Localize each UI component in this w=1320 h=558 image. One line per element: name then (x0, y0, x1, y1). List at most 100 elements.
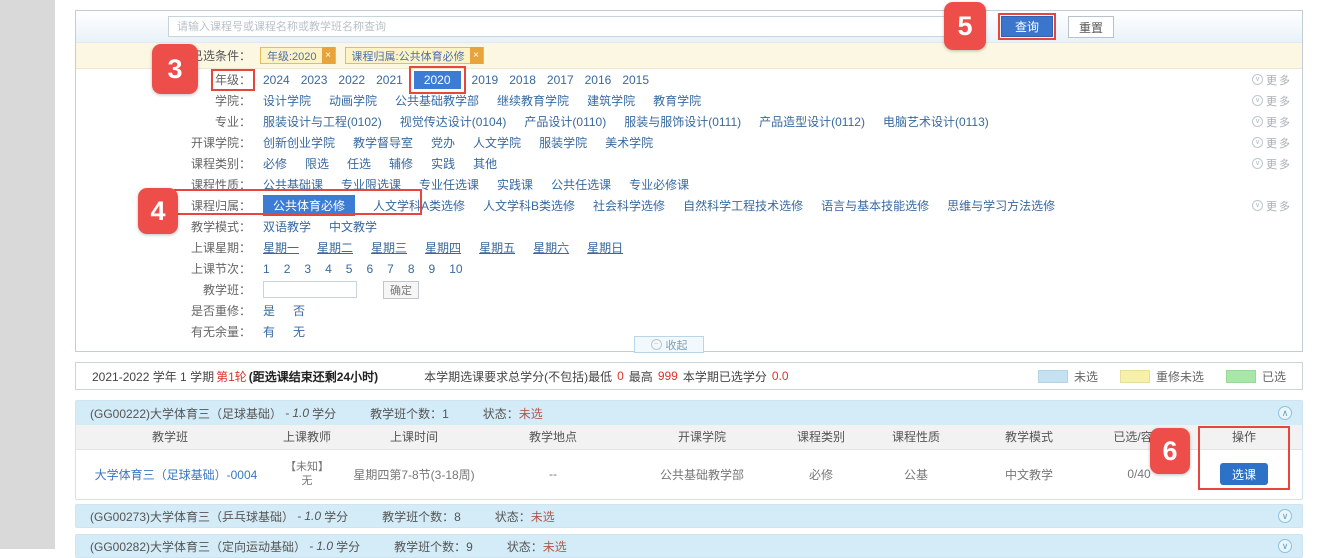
status-label: 状态： (483, 407, 519, 421)
filter-option[interactable]: 中文教学 (329, 218, 377, 235)
credit-unit: 学分 (312, 405, 336, 422)
filter-option[interactable]: 自然科学工程技术选修 (683, 197, 803, 214)
search-input[interactable] (168, 16, 980, 37)
filter-option[interactable]: 产品造型设计(0112) (759, 113, 865, 130)
filter-option[interactable]: 公共任选课 (551, 176, 611, 193)
semester-round-info: 2021-2022 学年 1 学期 第1轮 (距选课结束还剩24小时) (92, 368, 378, 385)
filter-option[interactable]: 语言与基本技能选修 (821, 197, 929, 214)
filter-option[interactable]: 2016 (585, 73, 612, 87)
filter-option[interactable]: 党办 (431, 134, 455, 151)
filter-option[interactable]: 2017 (547, 73, 574, 87)
filter-option[interactable]: 否 (293, 302, 305, 319)
remove-tag-icon[interactable]: × (470, 47, 483, 64)
more-link[interactable]: ∨更多 (1252, 93, 1292, 109)
section-header[interactable]: (GG00273)大学体育三（乒乓球基础） - 1.0 学分 教学班个数：8 状… (76, 505, 1302, 527)
filter-option[interactable]: 星期四 (425, 239, 461, 256)
chevron-up-icon[interactable]: ∧ (1278, 406, 1292, 420)
filter-option[interactable]: 星期五 (479, 239, 515, 256)
remove-tag-icon[interactable]: × (322, 47, 335, 64)
condition-tag-grade[interactable]: 年级:2020 × (260, 47, 336, 64)
filter-label-text: 上课星期： (191, 241, 251, 255)
filter-option[interactable]: 服装与服饰设计(0111) (624, 113, 741, 130)
filter-option[interactable]: 人文学科B类选修 (483, 197, 575, 214)
more-link[interactable]: ∨更多 (1252, 156, 1292, 172)
filter-option[interactable]: 1 (263, 262, 270, 276)
filter-option[interactable]: 公共基础课 (263, 176, 323, 193)
filter-option[interactable]: 5 (346, 262, 353, 276)
filter-option[interactable]: 专业任选课 (419, 176, 479, 193)
filter-option[interactable]: 2020 (414, 71, 461, 89)
filter-option[interactable]: 教育学院 (653, 92, 701, 109)
filter-option[interactable]: 电脑艺术设计(0113) (883, 113, 989, 130)
course-section-pingpong: (GG00273)大学体育三（乒乓球基础） - 1.0 学分 教学班个数：8 状… (75, 504, 1303, 528)
filter-option[interactable]: 服装设计与工程(0102) (263, 113, 382, 130)
section-header[interactable]: (GG00222)大学体育三（足球基础） - 1.0 学分 教学班个数：1 状态… (76, 401, 1302, 425)
filter-option[interactable]: 教学督导室 (353, 134, 413, 151)
query-button[interactable]: 查询 (1001, 16, 1053, 37)
filter-option[interactable]: 2024 (263, 73, 290, 87)
filter-option[interactable]: 星期日 (587, 239, 623, 256)
chevron-down-icon[interactable]: ∨ (1278, 509, 1292, 523)
filter-option[interactable]: 星期一 (263, 239, 299, 256)
confirm-button[interactable]: 确定 (383, 281, 419, 299)
section-header[interactable]: (GG00282)大学体育三（定向运动基础） - 1.0 学分 教学班个数：9 … (76, 535, 1302, 557)
reset-button[interactable]: 重置 (1068, 16, 1114, 38)
filter-option[interactable]: 继续教育学院 (497, 92, 569, 109)
filter-option[interactable]: 实践课 (497, 176, 533, 193)
filter-option[interactable]: 8 (408, 262, 415, 276)
filter-option[interactable]: 3 (304, 262, 311, 276)
filter-option[interactable]: 辅修 (389, 155, 413, 172)
mode-cell: 中文教学 (966, 449, 1092, 499)
filter-option[interactable]: 2 (284, 262, 291, 276)
more-link[interactable]: ∨更多 (1252, 198, 1292, 214)
more-link[interactable]: ∨更多 (1252, 135, 1292, 151)
more-link[interactable]: ∨更多 (1252, 72, 1292, 88)
filter-option[interactable]: 公共体育必修 (263, 195, 355, 216)
filter-option[interactable]: 实践 (431, 155, 455, 172)
filter-option[interactable]: 10 (449, 262, 462, 276)
filter-option[interactable]: 无 (293, 323, 305, 340)
filter-option[interactable]: 9 (429, 262, 436, 276)
filter-option[interactable]: 美术学院 (605, 134, 653, 151)
filter-option[interactable]: 设计学院 (263, 92, 311, 109)
filter-option[interactable]: 有 (263, 323, 275, 340)
filter-option[interactable]: 2019 (472, 73, 499, 87)
filter-option[interactable]: 思维与学习方法选修 (947, 197, 1055, 214)
filter-option[interactable]: 产品设计(0110) (524, 113, 606, 130)
filter-option[interactable]: 4 (325, 262, 332, 276)
filter-option[interactable]: 限选 (305, 155, 329, 172)
class-name-link[interactable]: 大学体育三（足球基础）-0004 (95, 468, 258, 482)
filter-option[interactable]: 星期三 (371, 239, 407, 256)
filter-option[interactable]: 7 (387, 262, 394, 276)
filter-option[interactable]: 2015 (622, 73, 649, 87)
filter-option[interactable]: 2023 (301, 73, 328, 87)
condition-tag-belong[interactable]: 课程归属:公共体育必修 × (345, 47, 484, 64)
filter-option[interactable]: 服装学院 (539, 134, 587, 151)
filter-option[interactable]: 建筑学院 (587, 92, 635, 109)
filter-option[interactable]: 专业限选课 (341, 176, 401, 193)
filter-option[interactable]: 专业必修课 (629, 176, 689, 193)
filter-option[interactable]: 2018 (509, 73, 536, 87)
filter-option[interactable]: 创新创业学院 (263, 134, 335, 151)
filter-option[interactable]: 星期六 (533, 239, 569, 256)
select-course-button[interactable]: 选课 (1220, 463, 1268, 485)
filter-option[interactable]: 公共基础教学部 (395, 92, 479, 109)
filter-option[interactable]: 社会科学选修 (593, 197, 665, 214)
filter-option[interactable]: 2022 (338, 73, 365, 87)
chevron-down-icon[interactable]: ∨ (1278, 539, 1292, 553)
filter-option[interactable]: 6 (366, 262, 373, 276)
filter-option[interactable]: 双语教学 (263, 218, 311, 235)
filter-option[interactable]: 必修 (263, 155, 287, 172)
filter-option[interactable]: 视觉传达设计(0104) (400, 113, 507, 130)
filter-option[interactable]: 任选 (347, 155, 371, 172)
filter-option[interactable]: 人文学科A类选修 (373, 197, 465, 214)
collapse-panel-button[interactable]: − 收起 (634, 336, 704, 353)
teaching-class-input[interactable] (263, 281, 357, 298)
filter-option[interactable]: 其他 (473, 155, 497, 172)
more-link[interactable]: ∨更多 (1252, 114, 1292, 130)
filter-option[interactable]: 2021 (376, 73, 403, 87)
filter-option[interactable]: 人文学院 (473, 134, 521, 151)
filter-option[interactable]: 星期二 (317, 239, 353, 256)
filter-option[interactable]: 是 (263, 302, 275, 319)
filter-option[interactable]: 动画学院 (329, 92, 377, 109)
